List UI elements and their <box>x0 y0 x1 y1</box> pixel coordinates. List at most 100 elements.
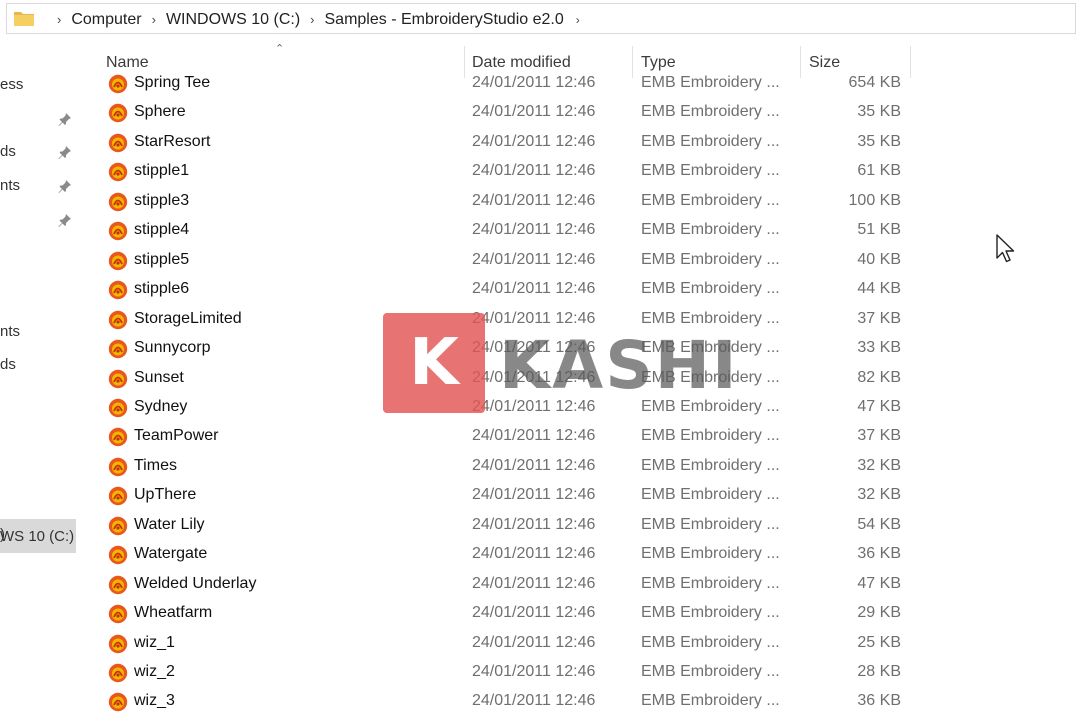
file-type: EMB Embroidery ... <box>641 368 780 386</box>
file-date-modified: 24/01/2011 12:46 <box>472 427 596 445</box>
nav-item-downloads[interactable]: ds <box>0 143 16 160</box>
file-row[interactable]: wiz_2 24/01/2011 12:46 EMB Embroidery ... 2… <box>90 658 1091 687</box>
file-row[interactable]: Watergate 24/01/2011 12:46 EMB Embroidery … <box>90 540 1091 569</box>
nav-item-documents-2[interactable]: nts <box>0 323 20 340</box>
file-row[interactable]: Sydney 24/01/2011 12:46 EMB Embroidery ...… <box>90 393 1091 422</box>
file-date-modified: 24/01/2011 12:46 <box>472 456 596 474</box>
file-row[interactable]: Welded Underlay 24/01/2011 12:46 EMB Embro… <box>90 570 1091 599</box>
file-name[interactable]: Watergate <box>134 545 207 563</box>
file-row[interactable]: Sunnycorp 24/01/2011 12:46 EMB Embroidery … <box>90 334 1091 363</box>
file-type: EMB Embroidery ... <box>641 427 780 445</box>
file-type: EMB Embroidery ... <box>641 397 780 415</box>
emb-file-icon <box>108 192 128 211</box>
file-type: EMB Embroidery ... <box>641 633 780 651</box>
file-name[interactable]: stipple5 <box>134 251 189 269</box>
emb-file-icon <box>108 74 128 94</box>
file-name[interactable]: Spring Tee <box>134 74 210 92</box>
chevron-right-icon[interactable]: › <box>152 12 156 27</box>
file-name[interactable]: stipple1 <box>134 162 189 180</box>
file-date-modified: 24/01/2011 12:46 <box>472 633 596 651</box>
navigation-pane: ess ds nts nts ds WS 10 (C:) ) <box>0 38 90 726</box>
file-name[interactable]: stipple4 <box>134 221 189 239</box>
breadcrumb: › Computer › WINDOWS 10 (C:) › Samples -… <box>47 4 580 35</box>
file-name[interactable]: Sunset <box>134 369 184 387</box>
file-date-modified: 24/01/2011 12:46 <box>472 368 596 386</box>
file-size: 37 KB <box>857 309 901 327</box>
breadcrumb-samples-folder[interactable]: Samples - EmbroideryStudio e2.0 <box>325 11 564 29</box>
file-row[interactable]: wiz_3 24/01/2011 12:46 EMB Embroidery ... 3… <box>90 687 1091 716</box>
emb-file-icon <box>108 516 128 535</box>
file-row[interactable]: stipple1 24/01/2011 12:46 EMB Embroidery .… <box>90 157 1091 186</box>
file-size: 82 KB <box>857 368 901 386</box>
file-name[interactable]: StorageLimited <box>134 310 242 328</box>
nav-item-label: WS 10 (C:) <box>0 528 75 545</box>
file-name[interactable]: stipple6 <box>134 280 189 298</box>
nav-item-next-drive[interactable]: ) <box>0 526 5 543</box>
nav-item-downloads-2[interactable]: ds <box>0 356 16 373</box>
file-name[interactable]: Sphere <box>134 103 186 121</box>
emb-file-icon <box>108 604 128 624</box>
file-name[interactable]: wiz_3 <box>134 692 175 710</box>
pin-icon[interactable] <box>58 112 72 126</box>
file-name[interactable]: StarResort <box>134 133 210 151</box>
file-size: 33 KB <box>857 339 901 357</box>
file-size: 47 KB <box>857 397 901 415</box>
pin-icon[interactable] <box>58 213 72 227</box>
breadcrumb-drive[interactable]: WINDOWS 10 (C:) <box>166 11 300 29</box>
file-name[interactable]: Water Lily <box>134 516 205 534</box>
file-type: EMB Embroidery ... <box>641 545 780 563</box>
file-type: EMB Embroidery ... <box>641 692 780 710</box>
emb-file-icon <box>108 428 128 447</box>
pin-icon[interactable] <box>58 179 72 193</box>
file-row[interactable]: StorageLimited 24/01/2011 12:46 EMB Embroi… <box>90 305 1091 334</box>
file-row[interactable]: Water Lily 24/01/2011 12:46 EMB Embroidery… <box>90 511 1091 540</box>
file-row[interactable]: Wheatfarm 24/01/2011 12:46 EMB Embroidery … <box>90 599 1091 628</box>
file-type: EMB Embroidery ... <box>641 103 780 121</box>
file-row[interactable]: Sunset 24/01/2011 12:46 EMB Embroidery ...… <box>90 364 1091 393</box>
chevron-right-icon[interactable]: › <box>310 12 314 27</box>
file-date-modified: 24/01/2011 12:46 <box>472 132 596 150</box>
emb-file-icon <box>108 133 128 153</box>
file-type: EMB Embroidery ... <box>641 486 780 504</box>
file-name[interactable]: UpThere <box>134 486 196 504</box>
emb-file-icon <box>108 487 128 506</box>
file-row[interactable]: StarResort 24/01/2011 12:46 EMB Embroidery… <box>90 128 1091 157</box>
file-name[interactable]: Welded Underlay <box>134 575 256 593</box>
sort-up-icon: ⌃ <box>275 43 285 55</box>
file-date-modified: 24/01/2011 12:46 <box>472 663 596 680</box>
address-field[interactable]: › Computer › WINDOWS 10 (C:) › Samples -… <box>6 3 1076 34</box>
pin-icon[interactable] <box>58 145 72 159</box>
file-date-modified: 24/01/2011 12:46 <box>472 397 596 415</box>
nav-item-windows-drive[interactable]: WS 10 (C:) <box>0 519 76 553</box>
file-row[interactable]: stipple5 24/01/2011 12:46 EMB Embroidery .… <box>90 246 1091 275</box>
file-date-modified: 24/01/2011 12:46 <box>472 74 596 91</box>
nav-item-documents[interactable]: nts <box>0 177 20 194</box>
emb-file-icon <box>108 693 128 712</box>
chevron-right-icon[interactable]: › <box>576 13 580 27</box>
file-row[interactable]: UpThere 24/01/2011 12:46 EMB Embroidery ..… <box>90 481 1091 510</box>
file-row[interactable]: Spring Tee 24/01/2011 12:46 EMB Embroidery… <box>90 70 1091 98</box>
file-name[interactable]: Sunnycorp <box>134 339 211 357</box>
file-name[interactable]: TeamPower <box>134 427 218 445</box>
file-row[interactable]: Sphere 24/01/2011 12:46 EMB Embroidery ...… <box>90 98 1091 127</box>
file-row[interactable]: Times 24/01/2011 12:46 EMB Embroidery ... 3… <box>90 452 1091 481</box>
breadcrumb-computer[interactable]: Computer <box>71 11 141 29</box>
file-name[interactable]: stipple3 <box>134 192 189 210</box>
file-name[interactable]: wiz_1 <box>134 634 175 652</box>
file-type: EMB Embroidery ... <box>641 132 780 150</box>
file-size: 37 KB <box>857 427 901 445</box>
file-row[interactable]: stipple6 24/01/2011 12:46 EMB Embroidery .… <box>90 275 1091 304</box>
file-row[interactable]: stipple3 24/01/2011 12:46 EMB Embroidery .… <box>90 187 1091 216</box>
file-name[interactable]: Sydney <box>134 398 187 416</box>
file-row[interactable]: TeamPower 24/01/2011 12:46 EMB Embroidery … <box>90 422 1091 451</box>
file-type: EMB Embroidery ... <box>641 74 780 91</box>
emb-file-icon <box>108 280 128 300</box>
file-row[interactable]: wiz_1 24/01/2011 12:46 EMB Embroidery ... 2… <box>90 629 1091 658</box>
file-name[interactable]: Wheatfarm <box>134 604 212 622</box>
nav-item-quick-access[interactable]: ess <box>0 76 23 93</box>
file-name[interactable]: Times <box>134 457 177 475</box>
file-row[interactable]: stipple4 24/01/2011 12:46 EMB Embroidery .… <box>90 216 1091 245</box>
file-size: 47 KB <box>857 574 901 592</box>
chevron-right-icon: › <box>57 12 62 27</box>
file-name[interactable]: wiz_2 <box>134 663 175 681</box>
